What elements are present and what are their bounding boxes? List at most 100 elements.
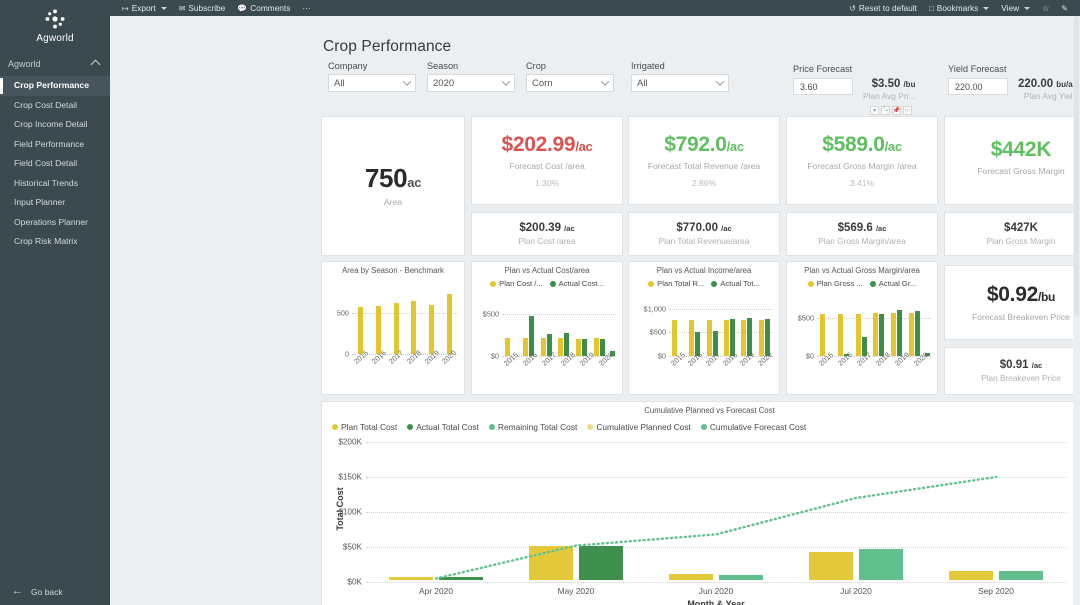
plan-card-3[interactable]: $569.6 /ac Plan Gross Margin/area bbox=[786, 212, 938, 256]
y-tick-label: $0 bbox=[490, 351, 499, 361]
plan-value: $427K bbox=[1004, 222, 1038, 234]
bar[interactable] bbox=[891, 313, 897, 356]
focus-icon[interactable]: ⤡ bbox=[881, 106, 890, 115]
forecast-group-yield: Yield Forecast 220.00 220.00 bu/ac Plan Avg… bbox=[948, 64, 1077, 102]
bar[interactable] bbox=[376, 306, 381, 354]
bar[interactable] bbox=[393, 302, 399, 354]
sidebar-item-field-performance[interactable]: Field Performance bbox=[0, 135, 110, 155]
bar[interactable] bbox=[855, 314, 861, 356]
bar[interactable] bbox=[724, 319, 730, 356]
subscribe-label: Subscribe bbox=[188, 3, 226, 13]
bar[interactable] bbox=[689, 320, 695, 356]
bar-group-container bbox=[502, 304, 616, 356]
bar[interactable] bbox=[758, 319, 764, 356]
more-options-button[interactable]: ··· bbox=[296, 0, 316, 16]
more-icon[interactable]: ⋯ bbox=[903, 106, 912, 115]
visual-header-icons[interactable]: ▾ ⤡ 📌 ⋯ bbox=[870, 106, 912, 115]
sidebar-item-field-cost-detail[interactable]: Field Cost Detail bbox=[0, 154, 110, 174]
sidebar-item-crop-cost-detail[interactable]: Crop Cost Detail bbox=[0, 96, 110, 116]
chevron-down-icon bbox=[501, 77, 511, 86]
forecast-input[interactable]: 3.60 bbox=[793, 78, 853, 95]
bar-group-container bbox=[669, 304, 773, 356]
chart-plan_vs_actual_income_area[interactable]: Plan vs Actual Income/area Plan Total R..… bbox=[628, 261, 780, 395]
card-forecast-breakeven-price[interactable]: $0.92/bu Forecast Breakeven Price bbox=[944, 265, 1080, 340]
plan-card-2[interactable]: $770.00 /ac Plan Total Revenue/area bbox=[628, 212, 780, 256]
chart-legend: Plan Cost /... Actual Cost... bbox=[472, 275, 622, 288]
kpi-unit: /ac bbox=[575, 138, 593, 154]
legend-item[interactable]: Plan Total R... bbox=[648, 279, 704, 288]
kpi-delta: 3.41% bbox=[849, 177, 875, 188]
bar-group-partial bbox=[608, 304, 616, 356]
kpi-card-forecast-4[interactable]: $442K Forecast Gross Margin bbox=[944, 116, 1080, 205]
pin-icon[interactable]: 📌 bbox=[892, 106, 901, 115]
legend-item[interactable]: Plan Cost /... bbox=[490, 279, 543, 288]
bar[interactable] bbox=[672, 320, 678, 356]
chart-plan_vs_actual_cost_area[interactable]: Plan vs Actual Cost/area Plan Cost /... Ac… bbox=[471, 261, 623, 395]
sidebar-item-crop-performance[interactable]: Crop Performance bbox=[0, 76, 110, 96]
bar[interactable] bbox=[558, 337, 564, 356]
bar-group bbox=[387, 288, 405, 354]
chart-cumulative_planned_vs_forecast_cost[interactable]: Cumulative Planned vs Forecast Cost Plan … bbox=[321, 401, 1080, 605]
plan-number: $569.6 bbox=[837, 222, 873, 234]
left-navigation-sidebar: Agworld Agworld Crop Performance Crop Cos… bbox=[0, 0, 110, 605]
plan-card-4[interactable]: $427K Plan Gross Margin bbox=[944, 212, 1080, 256]
subscribe-button[interactable]: ✉ Subscribe bbox=[173, 0, 232, 16]
bar[interactable] bbox=[820, 314, 826, 356]
go-back-button[interactable]: ← Go back bbox=[0, 586, 110, 597]
slicer-dropdown[interactable]: Corn bbox=[526, 74, 614, 92]
bar[interactable] bbox=[593, 338, 599, 356]
bookmarks-button[interactable]: □ Bookmarks bbox=[923, 0, 995, 16]
chart-area_by_season[interactable]: Area by Season - Benchmark 0 500 2015 2016 20… bbox=[321, 261, 465, 395]
bar[interactable] bbox=[576, 338, 582, 356]
breakeven-unit: /bu bbox=[1037, 290, 1056, 304]
sidebar-item-historical-trends[interactable]: Historical Trends bbox=[0, 174, 110, 194]
view-button[interactable]: View bbox=[995, 0, 1036, 16]
forecast-input[interactable]: 220.00 bbox=[948, 78, 1008, 95]
filter-icon[interactable]: ▾ bbox=[870, 106, 879, 115]
workspace-header[interactable]: Agworld bbox=[0, 54, 110, 74]
bar[interactable] bbox=[523, 337, 528, 356]
canvas-scrollbar[interactable] bbox=[1073, 16, 1080, 605]
favorite-button[interactable]: ☆ bbox=[1036, 0, 1055, 16]
reset-to-default-button[interactable]: ↺ Reset to default bbox=[843, 0, 923, 16]
bar[interactable] bbox=[706, 320, 712, 356]
comments-button[interactable]: 💬 Comments bbox=[231, 0, 296, 16]
kpi-card-forecast-2[interactable]: $792.0/ac Forecast Total Revenue /area 2.8… bbox=[628, 116, 780, 205]
sidebar-item-input-planner[interactable]: Input Planner bbox=[0, 193, 110, 213]
kpi-card-forecast-1[interactable]: $202.99/ac Forecast Cost /area 1.30% bbox=[471, 116, 623, 205]
sidebar-item-crop-income-detail[interactable]: Crop Income Detail bbox=[0, 115, 110, 135]
export-button[interactable]: ↦ Export bbox=[116, 0, 173, 16]
legend-item[interactable]: Actual Tot... bbox=[711, 279, 760, 288]
bar[interactable] bbox=[358, 306, 364, 354]
bar[interactable] bbox=[879, 313, 885, 356]
legend-item[interactable]: Actual Gr... bbox=[869, 279, 916, 288]
slicer-label: Irrigated bbox=[631, 61, 665, 71]
kpi-card-area[interactable]: 750ac Area bbox=[321, 116, 465, 256]
kpi-card-forecast-3[interactable]: $589.0/ac Forecast Gross Margin /area 3.41… bbox=[786, 116, 938, 205]
bar[interactable] bbox=[897, 310, 903, 356]
slicer-dropdown[interactable]: All bbox=[631, 74, 729, 92]
legend-swatch bbox=[549, 280, 556, 287]
chart-plan_vs_actual_gross_margin_area[interactable]: Plan vs Actual Gross Margin/area Plan Gro… bbox=[786, 261, 938, 395]
scrollbar-thumb[interactable] bbox=[1074, 16, 1079, 316]
bar[interactable] bbox=[741, 319, 747, 356]
legend-item[interactable]: Actual Cost... bbox=[549, 279, 604, 288]
bar[interactable] bbox=[838, 314, 843, 356]
card-plan-breakeven-price[interactable]: $0.91 /ac Plan Breakeven Price bbox=[944, 347, 1080, 395]
bar[interactable] bbox=[873, 313, 879, 356]
bar[interactable] bbox=[540, 337, 546, 356]
sidebar-item-crop-risk-matrix[interactable]: Crop Risk Matrix bbox=[0, 232, 110, 252]
kpi-value: $442K bbox=[991, 139, 1052, 160]
bar[interactable] bbox=[411, 301, 417, 354]
bar[interactable] bbox=[429, 304, 435, 354]
bar[interactable] bbox=[914, 311, 920, 356]
edit-button[interactable]: ✎ bbox=[1055, 0, 1074, 16]
slicer-dropdown[interactable]: All bbox=[328, 74, 416, 92]
bar[interactable] bbox=[908, 313, 914, 356]
plan-card-1[interactable]: $200.39 /ac Plan Cost /area bbox=[471, 212, 623, 256]
sidebar-item-operations-planner[interactable]: Operations Planner bbox=[0, 213, 110, 233]
slicer-dropdown[interactable]: 2020 bbox=[427, 74, 515, 92]
bar[interactable] bbox=[446, 293, 452, 354]
plan-label: Plan Breakeven Price bbox=[981, 373, 1061, 383]
legend-item[interactable]: Plan Gross ... bbox=[807, 279, 863, 288]
